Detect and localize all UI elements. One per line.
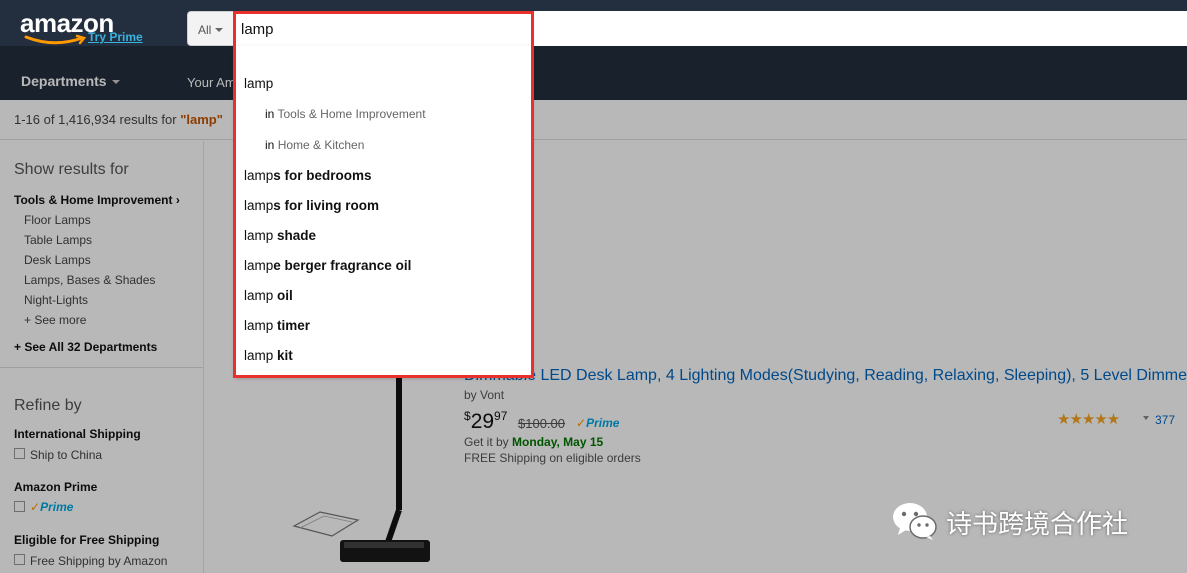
price-fraction: 97 — [494, 409, 508, 423]
prime-logo[interactable]: ✓Prime — [30, 500, 73, 514]
refine-by-heading: Refine by — [14, 397, 82, 414]
sidebar-item-floor-lamps[interactable]: Floor Lamps — [24, 213, 91, 227]
watermark-text: 诗书跨境合作社 — [946, 510, 1129, 540]
suggestion-prefix: lamp — [244, 198, 274, 213]
suggestion-item[interactable]: lamps for bedrooms — [244, 168, 372, 183]
see-more-link[interactable]: + See more — [24, 313, 86, 327]
result-count: 1-16 of 1,416,934 results for "lamp" — [14, 112, 223, 127]
suggestion-prefix: lamp — [244, 258, 274, 273]
divider — [0, 367, 203, 368]
sidebar-item-lamps-bases-shades[interactable]: Lamps, Bases & Shades — [24, 273, 155, 287]
suggestion-completion: s for living room — [273, 198, 380, 213]
price-currency: $ — [464, 409, 471, 423]
prime-badge: ✓Prime — [576, 416, 619, 430]
prime-label: Prime — [40, 500, 74, 514]
suggestion-prefix: lamp — [244, 228, 278, 243]
suggestion-item[interactable]: lamps for living room — [244, 198, 379, 213]
suggestion-prefix: lamp — [244, 168, 274, 183]
list-price: $100.00 — [518, 416, 565, 431]
suggestion-item[interactable]: lamp — [244, 76, 273, 91]
sidebar-item-desk-lamps[interactable]: Desk Lamps — [24, 253, 91, 267]
free-shipping-note: FREE Shipping on eligible orders — [464, 451, 641, 465]
product-price: $2997 — [464, 409, 507, 434]
chevron-down-icon — [111, 80, 120, 84]
nav-row: Departments Your Amazon — [0, 60, 1187, 100]
category-label: All — [198, 23, 212, 37]
check-icon: ✓ — [30, 500, 41, 514]
suggestion-completion: oil — [277, 288, 293, 303]
suggestion-completion: e berger fragrance oil — [273, 258, 412, 273]
watermark: 诗书跨境合作社 — [892, 498, 1172, 544]
suggestion-dept-name: Home & Kitchen — [277, 138, 365, 152]
suggestion-in-label: in — [265, 107, 275, 121]
suggestion-item[interactable]: lamp shade — [244, 228, 316, 243]
result-count-text: 1-16 of 1,416,934 results for — [14, 112, 181, 127]
result-query: "lamp" — [180, 112, 223, 127]
suggestion-item[interactable]: lamp timer — [244, 318, 310, 333]
sidebar-category-link[interactable]: Tools & Home Improvement › — [14, 193, 180, 207]
free-shipping-heading: Eligible for Free Shipping — [14, 533, 160, 547]
departments-label: Departments — [21, 73, 107, 89]
suggestion-item[interactable]: lamp kit — [244, 348, 293, 363]
search-bar — [235, 11, 1187, 46]
search-input[interactable] — [241, 19, 841, 39]
see-all-departments-link[interactable]: + See All 32 Departments — [14, 340, 157, 354]
your-amazon-link[interactable]: Your Amazon — [187, 75, 235, 90]
chevron-right-icon: › — [175, 193, 180, 207]
prime-badge-label: Prime — [586, 416, 620, 430]
ship-to-china-checkbox[interactable] — [14, 448, 25, 459]
suggestion-item[interactable]: lampe berger fragrance oil — [244, 258, 411, 273]
try-prime-link[interactable]: Try Prime — [88, 30, 143, 44]
sidebar-divider — [203, 141, 204, 573]
suggestion-dept-item[interactable]: in Tools & Home Improvement — [265, 107, 426, 121]
ship-to-china-label[interactable]: Ship to China — [30, 448, 102, 462]
prime-checkbox[interactable] — [14, 501, 25, 512]
sidebar-item-table-lamps[interactable]: Table Lamps — [24, 233, 92, 247]
amazon-logo[interactable]: amazon Try Prime — [20, 8, 150, 48]
product-brand: by Vont — [464, 388, 505, 402]
sidebar-item-night-lights[interactable]: Night-Lights — [24, 293, 88, 307]
star-rating[interactable]: ★★★★★ — [1057, 410, 1120, 428]
sidebar-category-label: Tools & Home Improvement — [14, 193, 173, 207]
departments-menu[interactable]: Departments — [21, 73, 120, 89]
suggestion-dept-name: Tools & Home Improvement — [277, 107, 426, 121]
free-shipping-checkbox[interactable] — [14, 554, 25, 565]
price-whole: 29 — [470, 410, 495, 433]
suggestion-completion: timer — [277, 318, 311, 333]
intl-shipping-heading: International Shipping — [14, 427, 141, 441]
suggestion-prefix: lamp — [244, 288, 278, 303]
amazon-prime-heading: Amazon Prime — [14, 480, 98, 494]
suggestion-completion: shade — [277, 228, 317, 243]
suggestion-completion: s for bedrooms — [273, 168, 372, 183]
product-title-link[interactable]: Dimmable LED Desk Lamp, 4 Lighting Modes… — [464, 367, 1187, 385]
suggestion-prefix: lamp — [244, 318, 278, 333]
chevron-down-icon[interactable] — [1143, 416, 1149, 420]
delivery-line: Get it by Monday, May 15 — [464, 435, 603, 449]
suggestion-completion: kit — [277, 348, 293, 363]
suggestion-item[interactable]: lamp oil — [244, 288, 293, 303]
results-bar: 1-16 of 1,416,934 results for "lamp" — [0, 100, 1187, 140]
free-shipping-label[interactable]: Free Shipping by Amazon — [30, 554, 167, 568]
sidebar: Show results for Tools & Home Improvemen… — [0, 141, 203, 573]
header: amazon Try Prime All Departments Your Am… — [0, 0, 1187, 100]
delivery-date: Monday, May 15 — [512, 435, 604, 449]
suggestion-prefix: lamp — [244, 348, 278, 363]
get-it-by: Get it by — [464, 435, 513, 449]
suggestion-in-label: in — [265, 138, 275, 152]
review-count-link[interactable]: 377 — [1155, 413, 1175, 427]
chevron-down-icon — [215, 28, 224, 32]
product-image[interactable] — [280, 370, 440, 570]
search-suggestions: lamp in Tools & Home Improvement in Home… — [235, 46, 532, 376]
smile-icon — [24, 34, 87, 45]
check-icon: ✓ — [576, 416, 587, 430]
show-results-heading: Show results for — [14, 161, 129, 178]
suggestion-dept-item[interactable]: in Home & Kitchen — [265, 138, 364, 152]
category-select[interactable]: All — [187, 11, 235, 46]
wechat-icon — [893, 503, 937, 540]
